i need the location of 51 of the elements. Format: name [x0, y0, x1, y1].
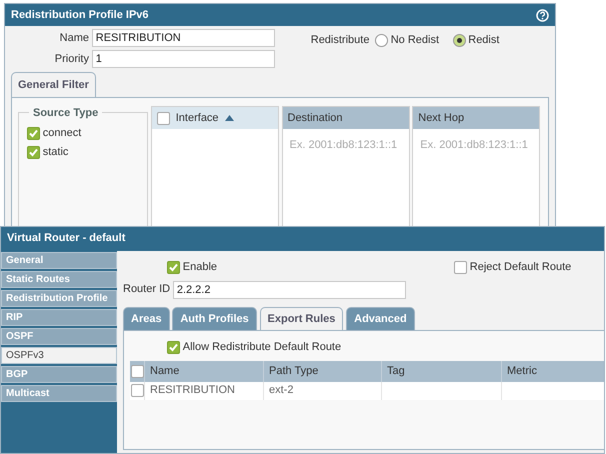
radio-label: No Redist	[390, 33, 439, 48]
tab[interactable]: Export Rules	[260, 306, 344, 330]
column-header: Name	[145, 360, 264, 382]
radio-group-label: Redistribute	[310, 33, 370, 48]
checkbox-label: Allow Redistribute Default Route	[182, 340, 342, 355]
column-header: Metric	[502, 360, 604, 382]
text-field[interactable]: 1	[92, 50, 275, 68]
sidebar-item[interactable]: OSPF	[1, 328, 117, 345]
checkbox-label: static	[42, 144, 68, 160]
tab[interactable]: General Filter	[11, 72, 96, 98]
sidebar-item[interactable]: RIP	[1, 309, 117, 326]
sidebar-item[interactable]: Static Routes	[1, 271, 117, 288]
sidebar-item[interactable]: General	[1, 252, 117, 269]
tab[interactable]: Areas	[123, 306, 170, 330]
column-header: Path Type	[264, 360, 382, 382]
checkbox[interactable]	[156, 112, 170, 125]
header-label: Destination	[288, 111, 343, 126]
field-label: Priority	[54, 52, 89, 66]
radio-button[interactable]	[452, 34, 466, 47]
header-label: Interface	[176, 111, 219, 126]
column-header: Tag	[382, 360, 502, 382]
radio-button[interactable]	[374, 34, 388, 47]
tab[interactable]: Auth Profiles	[172, 306, 257, 330]
sidebar-item[interactable]: BGP	[1, 366, 117, 383]
text-field[interactable]: RESITRIBUTION	[92, 29, 275, 47]
radio-label: Redist	[468, 33, 500, 48]
checkbox-label: Enable	[182, 260, 218, 275]
sidebar-item[interactable]: Redistribution Profile	[1, 290, 117, 307]
tab[interactable]: Advanced	[346, 306, 415, 330]
placeholder-text: Ex. 2001:db8:123:1::1	[288, 138, 398, 154]
sidebar-item[interactable]: OSPFv3	[1, 347, 117, 364]
checkbox[interactable]	[131, 364, 144, 378]
checkbox[interactable]	[27, 127, 40, 140]
placeholder-text: Ex. 2001:db8:123:1::1	[419, 138, 529, 154]
sidebar-item[interactable]: Multicast	[1, 385, 117, 402]
text-field[interactable]: 2.2.2.2	[172, 280, 406, 298]
window-title: Virtual Router - default	[7, 231, 126, 246]
table-cell: ext-2	[264, 382, 382, 400]
field-label: Name	[58, 30, 89, 46]
checkbox-label: Reject Default Route	[470, 260, 572, 275]
header-label: Next Hop	[418, 111, 464, 126]
checkbox-label: connect	[42, 126, 82, 142]
help-icon[interactable]	[536, 8, 549, 22]
checkbox[interactable]	[27, 146, 40, 158]
checkbox[interactable]	[454, 260, 468, 274]
field-label: Router ID	[123, 282, 170, 298]
checkbox[interactable]	[167, 260, 180, 274]
checkbox[interactable]	[131, 384, 144, 397]
table-cell: RESITRIBUTION	[145, 382, 264, 400]
window-title: Redistribution Profile IPv6	[11, 8, 149, 23]
checkbox[interactable]	[167, 340, 180, 354]
